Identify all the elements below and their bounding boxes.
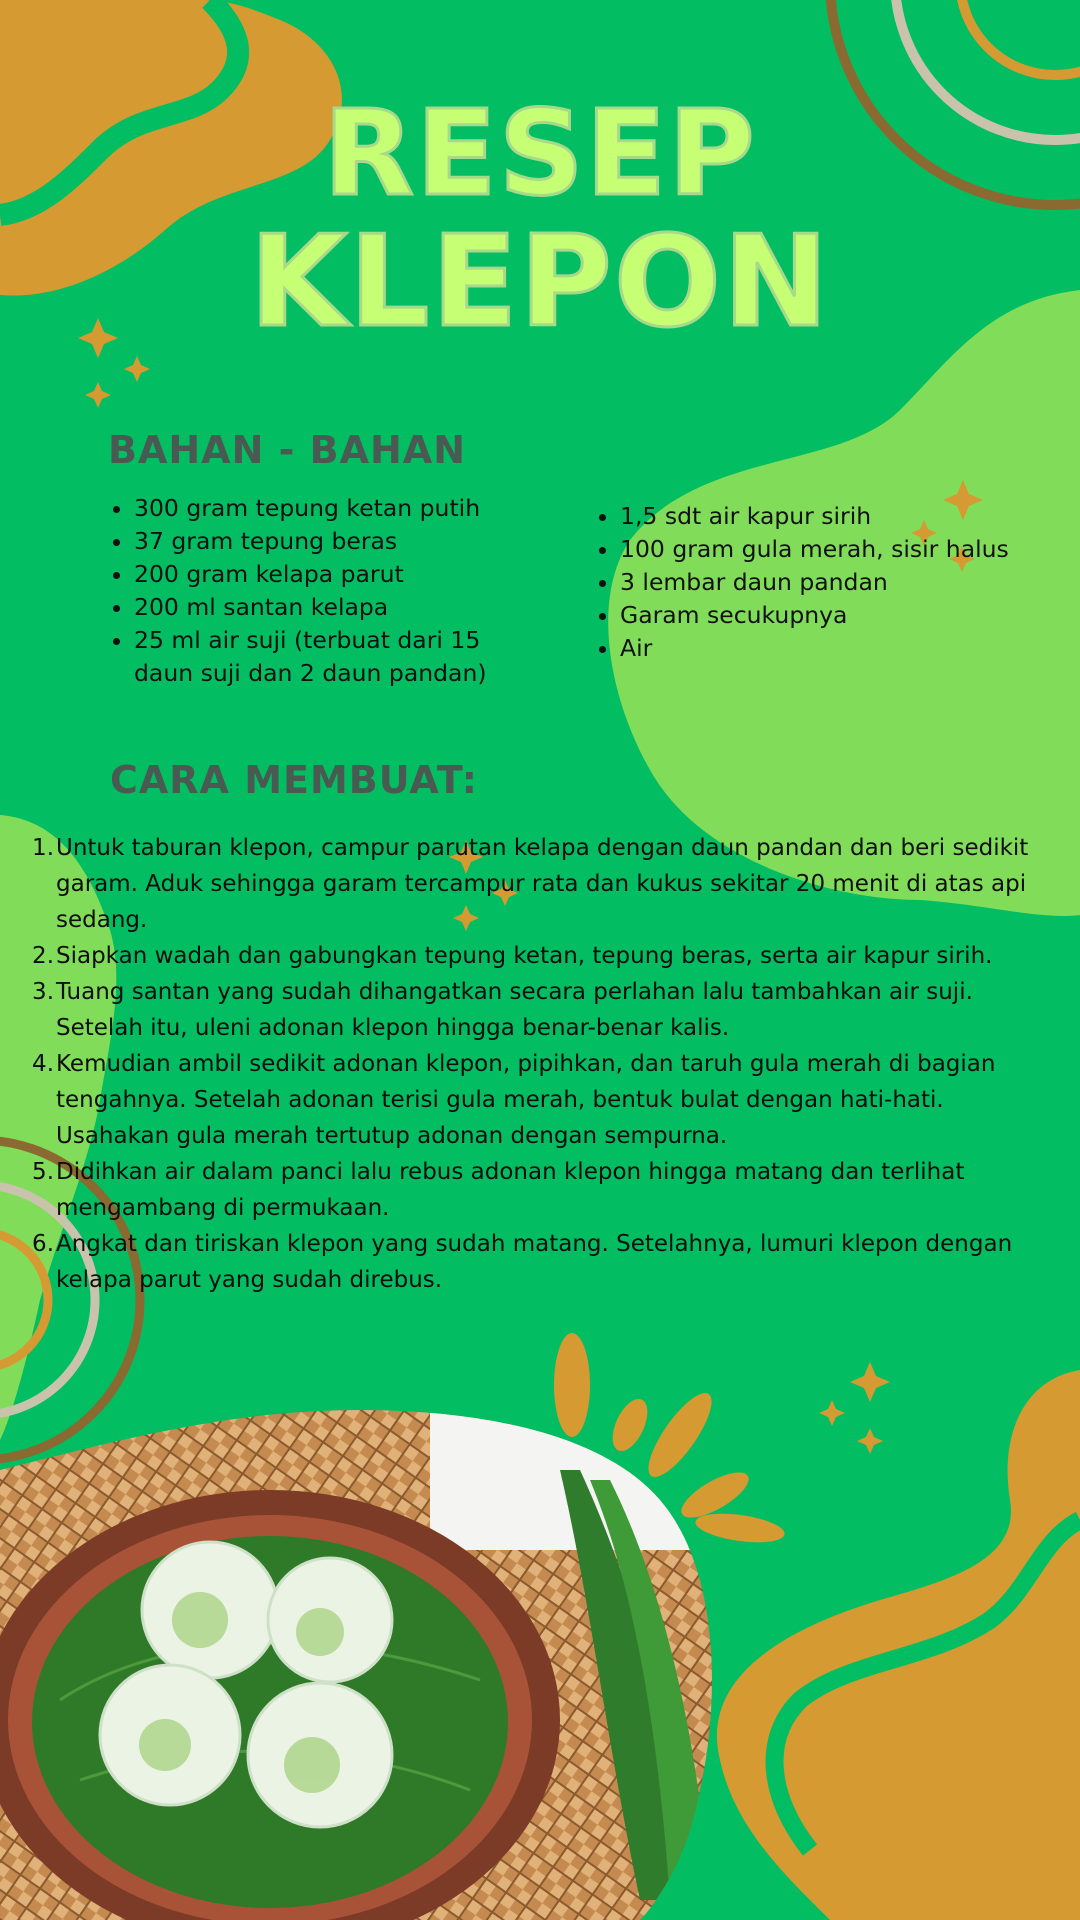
recipe-poster: RESEP KLEPON BAHAN - BAHAN 300 gram tepu… (0, 0, 1080, 1920)
klepon-photo (0, 1410, 712, 1920)
